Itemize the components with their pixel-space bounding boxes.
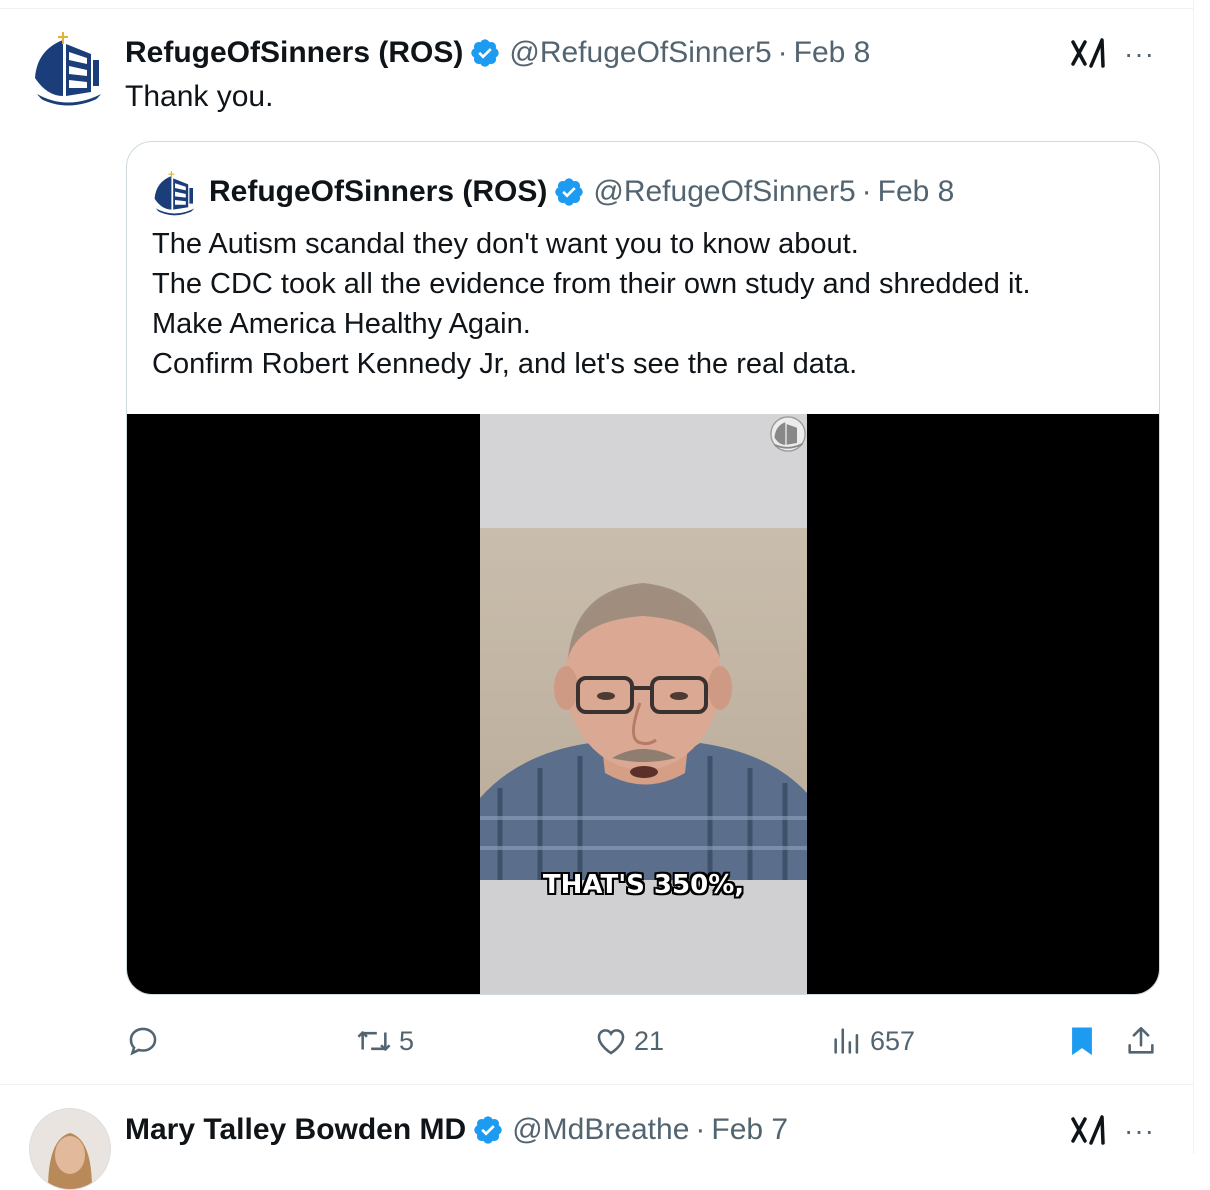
quote-text-line: The CDC took all the evidence from their…	[152, 268, 1031, 300]
quote-text: The Autism scandal they don't want you t…	[152, 224, 1142, 384]
watermark-logo-icon	[770, 416, 806, 452]
tweet-date[interactable]: Feb 7	[711, 1113, 788, 1147]
separator-dot: ·	[695, 1113, 706, 1146]
verified-badge-icon[interactable]	[472, 1114, 504, 1146]
quote-author-handle[interactable]: @RefugeOfSinner5	[593, 175, 855, 209]
retweet-count: 5	[399, 1025, 415, 1056]
author-avatar[interactable]	[29, 30, 109, 110]
share-button[interactable]	[1124, 1016, 1158, 1066]
tweet-divider	[0, 1084, 1193, 1085]
separator-dot: ·	[861, 175, 872, 208]
quoted-tweet[interactable]: RefugeOfSinners (ROS) @RefugeOfSinner5 ·…	[126, 141, 1160, 995]
verified-badge-icon[interactable]	[469, 37, 501, 69]
quote-author-avatar[interactable]	[151, 170, 199, 218]
more-icon[interactable]: ···	[1124, 1115, 1155, 1147]
quote-text-line: The Autism scandal they don't want you t…	[152, 228, 859, 260]
timeline-border	[1193, 0, 1194, 1154]
tweet-header: RefugeOfSinners (ROS) @RefugeOfSinner5 ·…	[125, 33, 870, 73]
reply-button[interactable]	[126, 1016, 166, 1066]
reply-icon	[126, 1024, 160, 1058]
tweet-header: Mary Talley Bowden MD @MdBreathe · Feb 7	[125, 1110, 788, 1150]
author-name[interactable]: RefugeOfSinners (ROS)	[125, 36, 463, 70]
views-button[interactable]: 657	[830, 1016, 915, 1066]
share-icon	[1124, 1024, 1158, 1058]
retweet-icon	[355, 1024, 393, 1058]
quote-author-name[interactable]: RefugeOfSinners (ROS)	[209, 175, 547, 209]
separator-dot: ·	[777, 36, 788, 69]
tweet-date[interactable]: Feb 8	[794, 36, 871, 70]
tweet-text: Thank you.	[125, 80, 274, 113]
quote-header: RefugeOfSinners (ROS) @RefugeOfSinner5 ·…	[209, 172, 954, 212]
author-handle[interactable]: @RefugeOfSinner5	[509, 36, 771, 70]
quote-text-line: Confirm Robert Kennedy Jr, and let's see…	[152, 348, 858, 380]
more-icon[interactable]: ···	[1124, 38, 1155, 70]
retweet-button[interactable]: 5	[355, 1016, 414, 1066]
video-background-top	[480, 414, 807, 528]
bookmark-icon	[1065, 1024, 1099, 1058]
action-bar: 5 21 657	[0, 1016, 1193, 1066]
video-frame[interactable]: THAT'S 350%,	[480, 414, 807, 994]
like-count: 21	[634, 1025, 665, 1056]
grok-icon[interactable]	[1071, 36, 1107, 70]
video-caption: THAT'S 350%,	[542, 870, 745, 900]
speaker-figure	[480, 583, 807, 880]
video-player[interactable]: THAT'S 350%,	[127, 414, 1159, 994]
author-name[interactable]: Mary Talley Bowden MD	[125, 1113, 466, 1147]
like-icon	[594, 1024, 628, 1058]
grok-icon[interactable]	[1071, 1113, 1107, 1147]
author-handle[interactable]: @MdBreathe	[512, 1113, 689, 1147]
verified-badge-icon[interactable]	[553, 176, 585, 208]
top-divider	[0, 8, 1194, 9]
like-button[interactable]: 21	[594, 1016, 664, 1066]
quote-date[interactable]: Feb 8	[878, 175, 955, 209]
bookmark-button[interactable]	[1065, 1016, 1099, 1066]
views-icon	[830, 1024, 864, 1058]
quote-text-line: Make America Healthy Again.	[152, 308, 531, 340]
author-avatar[interactable]	[29, 1108, 111, 1190]
views-count: 657	[870, 1025, 916, 1056]
